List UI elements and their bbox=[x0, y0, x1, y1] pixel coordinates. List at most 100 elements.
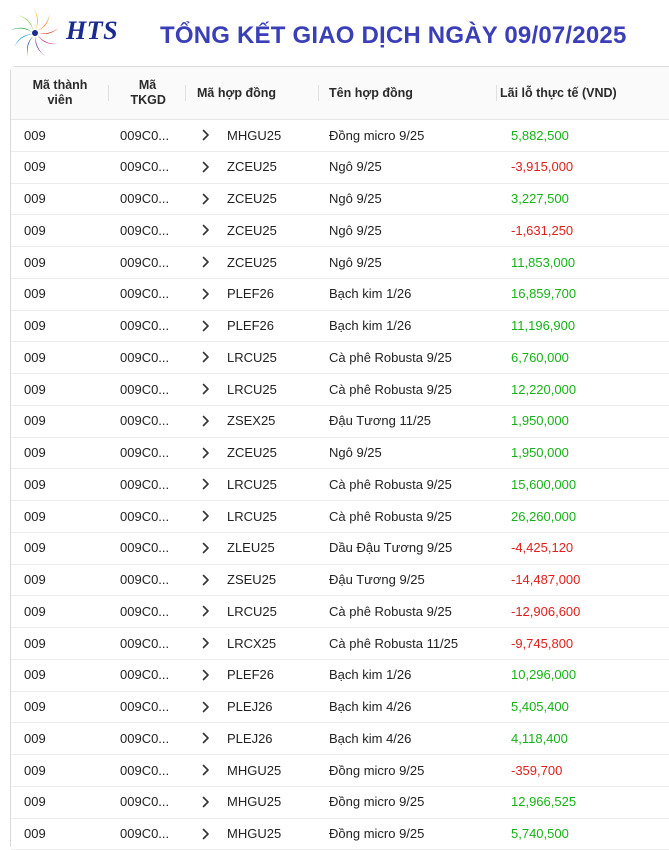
expand-row-chevron-icon[interactable] bbox=[199, 692, 213, 722]
expand-row-chevron-icon[interactable] bbox=[199, 723, 213, 753]
expand-row-chevron-icon[interactable] bbox=[199, 152, 213, 182]
account-code-cell: 009C0... bbox=[120, 755, 169, 785]
table-row[interactable]: 009 009C0... ZCEU25 Ngô 9/25 11,853,000 bbox=[11, 247, 669, 279]
contract-code-cell: ZCEU25 bbox=[227, 247, 277, 277]
expand-row-chevron-icon[interactable] bbox=[199, 279, 213, 309]
member-code-cell: 009 bbox=[24, 596, 46, 626]
report-header: HTS TỔNG KẾT GIAO DỊCH NGÀY 09/07/2025 bbox=[0, 0, 669, 66]
contract-name-cell: Đậu Tương 11/25 bbox=[329, 406, 431, 436]
table-row[interactable]: 009 009C0... MHGU25 Đồng micro 9/25 5,88… bbox=[11, 120, 669, 152]
contract-code-cell: ZSEX25 bbox=[227, 406, 275, 436]
realized-pnl-cell: -3,915,000 bbox=[511, 152, 573, 182]
table-row[interactable]: 009 009C0... ZSEX25 Đậu Tương 11/25 1,95… bbox=[11, 406, 669, 438]
account-code-cell: 009C0... bbox=[120, 374, 169, 404]
expand-row-chevron-icon[interactable] bbox=[199, 215, 213, 245]
table-row[interactable]: 009 009C0... MHGU25 Đồng micro 9/25 -359… bbox=[11, 755, 669, 787]
table-row[interactable]: 009 009C0... LRCU25 Cà phê Robusta 9/25 … bbox=[11, 469, 669, 501]
contract-code-cell: ZLEU25 bbox=[227, 533, 275, 563]
column-header-member[interactable]: Mã thành viên bbox=[11, 67, 109, 119]
account-code-cell: 009C0... bbox=[120, 215, 169, 245]
table-row[interactable]: 009 009C0... ZCEU25 Ngô 9/25 3,227,500 bbox=[11, 184, 669, 216]
table-row[interactable]: 009 009C0... LRCU25 Cà phê Robusta 9/25 … bbox=[11, 342, 669, 374]
account-code-cell: 009C0... bbox=[120, 152, 169, 182]
contract-name-cell: Ngô 9/25 bbox=[329, 184, 382, 214]
table-row[interactable]: 009 009C0... ZCEU25 Ngô 9/25 1,950,000 bbox=[11, 438, 669, 470]
expand-row-chevron-icon[interactable] bbox=[199, 311, 213, 341]
expand-row-chevron-icon[interactable] bbox=[199, 120, 213, 150]
column-header-contract-name-label: Tên hợp đồng bbox=[329, 86, 413, 101]
table-row[interactable]: 009 009C0... PLEF26 Bạch kim 1/26 10,296… bbox=[11, 660, 669, 692]
realized-pnl-cell: 26,260,000 bbox=[511, 501, 576, 531]
table-row[interactable]: 009 009C0... ZCEU25 Ngô 9/25 -3,915,000 bbox=[11, 152, 669, 184]
expand-row-chevron-icon[interactable] bbox=[199, 247, 213, 277]
table-row[interactable]: 009 009C0... ZLEU25 Dầu Đậu Tương 9/25 -… bbox=[11, 533, 669, 565]
contract-code-cell: ZCEU25 bbox=[227, 152, 277, 182]
column-header-pnl-label: Lãi lỗ thực tế (VND) bbox=[500, 86, 617, 101]
table-row[interactable]: 009 009C0... MHGU25 Đồng micro 9/25 12,9… bbox=[11, 787, 669, 819]
table-row[interactable]: 009 009C0... PLEF26 Bạch kim 1/26 16,859… bbox=[11, 279, 669, 311]
expand-row-chevron-icon[interactable] bbox=[199, 374, 213, 404]
member-code-cell: 009 bbox=[24, 628, 46, 658]
expand-row-chevron-icon[interactable] bbox=[199, 755, 213, 785]
table-row[interactable]: 009 009C0... ZCEU25 Ngô 9/25 -1,631,250 bbox=[11, 215, 669, 247]
contract-code-cell: MHGU25 bbox=[227, 755, 281, 785]
realized-pnl-cell: 1,950,000 bbox=[511, 438, 569, 468]
contract-code-cell: ZCEU25 bbox=[227, 438, 277, 468]
expand-row-chevron-icon[interactable] bbox=[199, 787, 213, 817]
column-header-account[interactable]: Mã TKGD bbox=[109, 67, 186, 119]
realized-pnl-cell: 4,118,400 bbox=[511, 723, 568, 753]
contract-name-cell: Cà phê Robusta 11/25 bbox=[329, 628, 458, 658]
contract-name-cell: Cà phê Robusta 9/25 bbox=[329, 501, 452, 531]
column-header-contract-name[interactable]: Tên hợp đồng bbox=[319, 67, 497, 119]
contract-code-cell: PLEJ26 bbox=[227, 723, 273, 753]
contract-name-cell: Đồng micro 9/25 bbox=[329, 755, 424, 785]
table-row[interactable]: 009 009C0... PLEJ26 Bạch kim 4/26 5,405,… bbox=[11, 692, 669, 724]
contract-code-cell: LRCX25 bbox=[227, 628, 276, 658]
account-code-cell: 009C0... bbox=[120, 311, 169, 341]
table-row[interactable]: 009 009C0... ZSEU25 Đậu Tương 9/25 -14,4… bbox=[11, 565, 669, 597]
table-row[interactable]: 009 009C0... LRCU25 Cà phê Robusta 9/25 … bbox=[11, 501, 669, 533]
expand-row-chevron-icon[interactable] bbox=[199, 406, 213, 436]
expand-row-chevron-icon[interactable] bbox=[199, 660, 213, 690]
expand-row-chevron-icon[interactable] bbox=[199, 184, 213, 214]
column-header-contract-code-label: Mã hợp đồng bbox=[197, 86, 276, 101]
contract-name-cell: Cà phê Robusta 9/25 bbox=[329, 469, 452, 499]
contract-code-cell: ZCEU25 bbox=[227, 184, 277, 214]
account-code-cell: 009C0... bbox=[120, 819, 169, 849]
brand-name: HTS bbox=[66, 16, 118, 46]
contract-code-cell: MHGU25 bbox=[227, 120, 281, 150]
trade-summary-table: Mã thành viên Mã TKGD Mã hợp đồng Tên hợ… bbox=[10, 66, 669, 847]
realized-pnl-cell: -12,906,600 bbox=[511, 596, 580, 626]
expand-row-chevron-icon[interactable] bbox=[199, 469, 213, 499]
realized-pnl-cell: -9,745,800 bbox=[511, 628, 573, 658]
table-header: Mã thành viên Mã TKGD Mã hợp đồng Tên hợ… bbox=[11, 67, 669, 120]
contract-code-cell: LRCU25 bbox=[227, 469, 277, 499]
realized-pnl-cell: 3,227,500 bbox=[511, 184, 569, 214]
contract-name-cell: Bạch kim 1/26 bbox=[329, 279, 411, 309]
expand-row-chevron-icon[interactable] bbox=[199, 438, 213, 468]
member-code-cell: 009 bbox=[24, 660, 46, 690]
member-code-cell: 009 bbox=[24, 819, 46, 849]
expand-row-chevron-icon[interactable] bbox=[199, 565, 213, 595]
expand-row-chevron-icon[interactable] bbox=[199, 628, 213, 658]
table-row[interactable]: 009 009C0... PLEJ26 Bạch kim 4/26 4,118,… bbox=[11, 723, 669, 755]
expand-row-chevron-icon[interactable] bbox=[199, 342, 213, 372]
expand-row-chevron-icon[interactable] bbox=[199, 533, 213, 563]
realized-pnl-cell: -14,487,000 bbox=[511, 565, 580, 595]
table-row[interactable]: 009 009C0... PLEF26 Bạch kim 1/26 11,196… bbox=[11, 311, 669, 343]
expand-row-chevron-icon[interactable] bbox=[199, 596, 213, 626]
contract-name-cell: Bạch kim 4/26 bbox=[329, 723, 411, 753]
expand-row-chevron-icon[interactable] bbox=[199, 819, 213, 849]
table-row[interactable]: 009 009C0... LRCU25 Cà phê Robusta 9/25 … bbox=[11, 596, 669, 628]
table-row[interactable]: 009 009C0... MHGU25 Đồng micro 9/25 5,74… bbox=[11, 819, 669, 850]
column-header-contract-code[interactable]: Mã hợp đồng bbox=[186, 67, 319, 119]
expand-row-chevron-icon[interactable] bbox=[199, 501, 213, 531]
member-code-cell: 009 bbox=[24, 279, 46, 309]
member-code-cell: 009 bbox=[24, 723, 46, 753]
table-row[interactable]: 009 009C0... LRCX25 Cà phê Robusta 11/25… bbox=[11, 628, 669, 660]
table-row[interactable]: 009 009C0... LRCU25 Cà phê Robusta 9/25 … bbox=[11, 374, 669, 406]
member-code-cell: 009 bbox=[24, 342, 46, 372]
column-header-pnl[interactable]: Lãi lỗ thực tế (VND) bbox=[497, 67, 669, 119]
realized-pnl-cell: 12,966,525 bbox=[511, 787, 576, 817]
contract-code-cell: LRCU25 bbox=[227, 501, 277, 531]
